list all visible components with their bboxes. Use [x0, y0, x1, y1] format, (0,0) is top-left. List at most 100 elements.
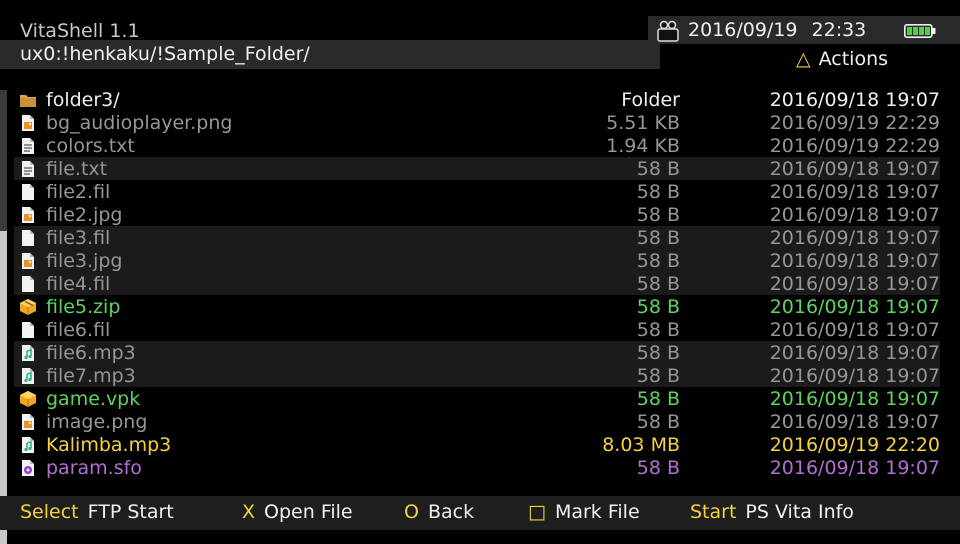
control-button-glyph: O: [404, 501, 419, 523]
file-name: file5.zip: [46, 296, 121, 318]
file-date: 2016/09/18 19:07: [769, 273, 940, 295]
file-date: 2016/09/19 22:29: [769, 135, 940, 157]
file-name: image.png: [46, 411, 148, 433]
battery-cell: [925, 27, 930, 35]
package-icon: [19, 390, 37, 408]
file-size: 58 B: [636, 365, 680, 387]
file-icon: [19, 183, 37, 201]
button-hints-bar: Select FTP Start X Open File O Back □ Mark File…: [0, 496, 960, 530]
file-row[interactable]: file.txt 58 B 2016/09/18 19:07: [14, 157, 940, 180]
battery-cell: [913, 27, 918, 35]
file-size: 1.94 KB: [606, 135, 680, 157]
file-name: file3.fil: [46, 227, 111, 249]
file-date: 2016/09/18 19:07: [769, 250, 940, 272]
file-size: 5.51 KB: [606, 112, 680, 134]
camera-icon: [657, 20, 679, 42]
hint-ps-vita-info: Start PS Vita Info: [690, 501, 854, 523]
control-button-glyph: X: [242, 501, 256, 523]
file-row[interactable]: file2.jpg 58 B 2016/09/18 19:07: [14, 203, 940, 226]
audio-file-icon: [19, 436, 37, 454]
file-name: param.sfo: [46, 457, 142, 479]
file-row[interactable]: bg_audioplayer.png 5.51 KB 2016/09/19 22:2…: [14, 111, 940, 134]
file-size: 58 B: [636, 204, 680, 226]
file-row[interactable]: file2.fil 58 B 2016/09/18 19:07: [14, 180, 940, 203]
file-size: Folder: [621, 89, 680, 111]
hint-label: PS Vita Info: [745, 501, 854, 523]
control-button-glyph: Select: [20, 501, 79, 523]
file-name: Kalimba.mp3: [46, 434, 172, 456]
file-size: 58 B: [636, 296, 680, 318]
file-row[interactable]: game.vpk 58 B 2016/09/18 19:07: [14, 387, 940, 410]
text-file-icon: [19, 160, 37, 178]
file-date: 2016/09/18 19:07: [769, 342, 940, 364]
file-date: 2016/09/18 19:07: [769, 158, 940, 180]
file-name: file3.jpg: [46, 250, 123, 272]
text-file-icon: [19, 137, 37, 155]
current-path: ux0:!henkaku/!Sample_Folder/: [20, 43, 310, 65]
file-date: 2016/09/18 19:07: [769, 227, 940, 249]
file-name: colors.txt: [46, 135, 135, 157]
file-row[interactable]: file7.mp3 58 B 2016/09/18 19:07: [14, 364, 940, 387]
file-name: file2.jpg: [46, 204, 123, 226]
file-name: file7.mp3: [46, 365, 136, 387]
audio-file-icon: [19, 344, 37, 362]
file-size: 58 B: [636, 342, 680, 364]
triangle-button-icon: △: [796, 48, 811, 70]
date-text: 2016/09/19: [688, 19, 798, 41]
file-name: folder3/: [46, 89, 120, 111]
file-row[interactable]: file6.mp3 58 B 2016/09/18 19:07: [14, 341, 940, 364]
file-size: 58 B: [636, 319, 680, 341]
file-date: 2016/09/19 22:29: [769, 112, 940, 134]
file-row[interactable]: file3.fil 58 B 2016/09/18 19:07: [14, 226, 940, 249]
hint-label: Back: [427, 501, 475, 523]
file-date: 2016/09/18 19:07: [769, 204, 940, 226]
file-size: 58 B: [636, 158, 680, 180]
image-file-icon: [19, 114, 37, 132]
file-name: bg_audioplayer.png: [46, 112, 233, 134]
file-date: 2016/09/18 19:07: [769, 365, 940, 387]
file-row[interactable]: colors.txt 1.94 KB 2016/09/19 22:29: [14, 134, 940, 157]
file-row[interactable]: Kalimba.mp3 8.03 MB 2016/09/19 22:20: [14, 433, 940, 456]
file-date: 2016/09/18 19:07: [769, 89, 940, 111]
time-text: 22:33: [811, 19, 867, 41]
archive-icon: [19, 298, 37, 316]
file-date: 2016/09/18 19:07: [769, 181, 940, 203]
control-button-glyph: □: [528, 501, 546, 523]
battery-cell: [907, 27, 912, 35]
hint-back: O Back: [404, 501, 474, 523]
file-size: 58 B: [636, 250, 680, 272]
file-date: 2016/09/18 19:07: [769, 457, 940, 479]
actions-label: Actions: [818, 48, 889, 70]
file-icon: [19, 275, 37, 293]
hint-ftp-start: Select FTP Start: [20, 501, 174, 523]
actions-button[interactable]: △ Actions: [796, 48, 888, 70]
file-size: 8.03 MB: [602, 434, 680, 456]
control-button-glyph: Start: [690, 501, 737, 523]
file-name: file2.fil: [46, 181, 111, 203]
file-row[interactable]: file3.jpg 58 B 2016/09/18 19:07: [14, 249, 940, 272]
folder-icon: [19, 91, 37, 109]
file-date: 2016/09/18 19:07: [769, 296, 940, 318]
file-icon: [19, 229, 37, 247]
hint-label: Open File: [264, 501, 353, 523]
file-name: file6.fil: [46, 319, 111, 341]
file-row[interactable]: param.sfo 58 B 2016/09/18 19:07: [14, 456, 940, 479]
scrollbar[interactable]: [0, 90, 7, 544]
hint-label: Mark File: [554, 501, 640, 523]
file-size: 58 B: [636, 181, 680, 203]
file-size: 58 B: [636, 411, 680, 433]
file-icon: [19, 321, 37, 339]
clock: 2016/09/19 22:33: [688, 19, 866, 41]
file-row[interactable]: file5.zip 58 B 2016/09/18 19:07: [14, 295, 940, 318]
app-title: VitaShell 1.1: [20, 20, 140, 42]
hint-open-file: X Open File: [242, 501, 353, 523]
file-row[interactable]: file6.fil 58 B 2016/09/18 19:07: [14, 318, 940, 341]
file-name: game.vpk: [46, 388, 141, 410]
file-name: file6.mp3: [46, 342, 136, 364]
file-size: 58 B: [636, 457, 680, 479]
battery-icon: [904, 24, 936, 38]
file-row[interactable]: file4.fil 58 B 2016/09/18 19:07: [14, 272, 940, 295]
file-size: 58 B: [636, 273, 680, 295]
file-row[interactable]: image.png 58 B 2016/09/18 19:07: [14, 410, 940, 433]
file-row[interactable]: folder3/Folder 2016/09/18 19:07: [14, 88, 940, 111]
